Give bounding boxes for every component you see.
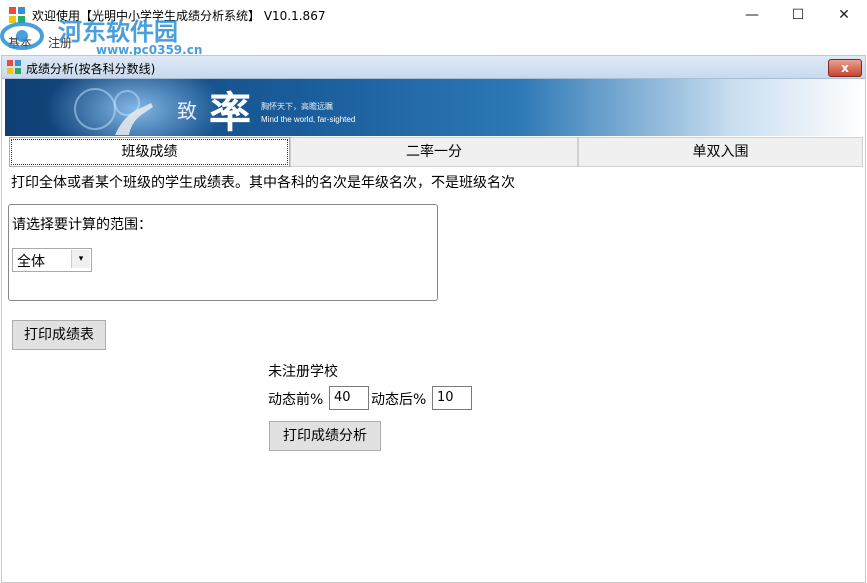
banner-tagline-en: Mind the world, far-sighted	[261, 115, 356, 124]
dynamic-back-label: 动态后%	[371, 392, 427, 408]
scope-select[interactable]: 全体 ▾	[12, 248, 92, 272]
banner: 致 率 胸怀天下，高瞻远瞩 Mind the world, far-sighte…	[5, 79, 862, 136]
dynamic-back-input[interactable]: 10	[432, 386, 472, 410]
banner-char-lv: 率	[209, 88, 252, 136]
tab-class-scores[interactable]: 班级成绩	[9, 137, 290, 167]
chevron-down-icon[interactable]: ▾	[71, 250, 90, 268]
child-titlebar: 成绩分析(按各科分数线) x	[2, 56, 865, 79]
watermark-logo	[0, 22, 44, 50]
child-window-icon	[7, 60, 21, 74]
banner-hand-graphic	[74, 88, 153, 135]
scope-selected-value: 全体	[17, 254, 45, 270]
tab-single-double-qualify[interactable]: 单双入围	[578, 137, 863, 167]
banner-char-zhi: 致	[177, 99, 197, 123]
print-analysis-button[interactable]: 打印成绩分析	[269, 421, 381, 451]
print-score-table-button[interactable]: 打印成绩表	[12, 320, 106, 350]
close-button[interactable]: ✕	[821, 0, 867, 31]
scope-group: 请选择要计算的范围： 全体 ▾	[8, 204, 438, 301]
child-window-title: 成绩分析(按各科分数线)	[26, 62, 156, 76]
tab-description: 打印全体或者某个班级的学生成绩表。其中各科的名次是年级名次，不是班级名次	[11, 175, 515, 191]
banner-tagline-cn: 胸怀天下，高瞻远瞩	[261, 102, 333, 111]
dynamic-front-label: 动态前%	[268, 392, 324, 408]
school-name: 未注册学校	[268, 364, 338, 380]
analysis-child-window: 成绩分析(按各科分数线) x 致 率 胸怀天下，高瞻远瞩 Mind the wo…	[1, 55, 866, 583]
tab-two-rates-one-score[interactable]: 二率一分	[290, 137, 578, 167]
tab-strip: 班级成绩 二率一分 单双入围	[5, 137, 863, 167]
child-close-button[interactable]: x	[828, 59, 862, 77]
maximize-button[interactable]: ☐	[775, 0, 821, 31]
watermark-text: 河东软件园	[58, 17, 178, 46]
dynamic-front-input[interactable]: 40	[329, 386, 369, 410]
scope-label: 请选择要计算的范围：	[12, 217, 152, 233]
minimize-button[interactable]: —	[729, 0, 775, 31]
